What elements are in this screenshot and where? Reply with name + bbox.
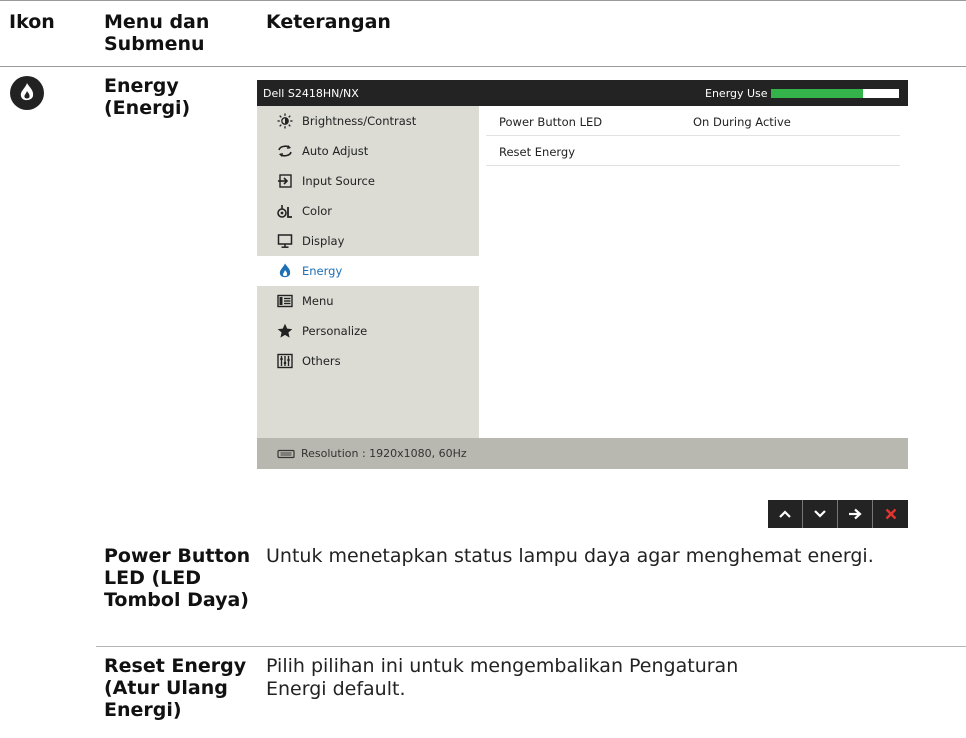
- top-rule: [0, 0, 966, 1]
- chevron-up-icon[interactable]: [768, 500, 803, 528]
- input-arrow-icon: [277, 173, 293, 189]
- setting-label: Power Button LED: [499, 115, 603, 129]
- monitor-icon: [277, 233, 293, 249]
- menu-icon: [277, 293, 293, 309]
- osd-item-others[interactable]: Others: [257, 346, 479, 376]
- osd-item-auto-adjust[interactable]: Auto Adjust: [257, 136, 479, 166]
- energy-use-fill: [771, 89, 864, 98]
- osd-settings-panel: Power Button LED On During Active Reset …: [479, 106, 908, 438]
- osd-menu: Dell S2418HN/NX Energy Use Brightness/Co…: [257, 80, 908, 469]
- energy-icon: [277, 263, 293, 279]
- color-icon: [277, 203, 293, 219]
- reset-energy-desc: Pilih pilihan ini untuk mengembalikan Pe…: [266, 655, 739, 700]
- osd-item-display[interactable]: Display: [257, 226, 479, 256]
- osd-nav-buttons: [768, 500, 908, 528]
- osd-setting-power-button-led[interactable]: Power Button LED On During Active: [486, 106, 900, 136]
- chevron-down-icon[interactable]: [803, 500, 838, 528]
- osd-title: Dell S2418HN/NX: [263, 87, 359, 100]
- energy-use-meter: [771, 89, 899, 98]
- osd-menu-list: Brightness/Contrast Auto Adjust Input So…: [257, 106, 479, 438]
- osd-status-bar: Resolution : 1920x1080, 60Hz: [257, 438, 908, 469]
- osd-item-label: Color: [302, 204, 333, 218]
- header-icon-col: Ikon: [9, 11, 55, 33]
- energy-use-label: Energy Use: [705, 87, 768, 100]
- reset-energy-name: Reset Energy (Atur Ulang Energi): [104, 655, 247, 721]
- osd-item-label: Personalize: [302, 324, 368, 338]
- osd-item-label: Menu: [302, 294, 334, 308]
- header-menu-col: Menu dan Submenu: [104, 11, 210, 55]
- osd-item-color[interactable]: Color: [257, 196, 479, 226]
- energy-icon: [10, 76, 44, 110]
- power-button-led-name: Power Button LED (LED Tombol Daya): [104, 545, 251, 611]
- flame-icon: [20, 83, 34, 101]
- resolution-text: Resolution : 1920x1080, 60Hz: [301, 447, 467, 460]
- osd-item-personalize[interactable]: Personalize: [257, 316, 479, 346]
- others-icon: [277, 353, 293, 369]
- osd-setting-reset-energy[interactable]: Reset Energy: [486, 136, 900, 166]
- setting-value: On During Active: [693, 115, 791, 129]
- osd-title-bar: Dell S2418HN/NX Energy Use: [257, 80, 908, 106]
- osd-item-menu[interactable]: Menu: [257, 286, 479, 316]
- osd-item-energy[interactable]: Energy: [257, 256, 479, 286]
- header-rule: [0, 66, 966, 67]
- osd-item-label: Display: [302, 234, 345, 248]
- arrows-cycle-icon: [277, 143, 293, 159]
- header-desc-col: Keterangan: [266, 11, 391, 33]
- osd-item-label: Brightness/Contrast: [302, 114, 417, 128]
- osd-item-label: Input Source: [302, 174, 375, 188]
- close-icon[interactable]: [873, 500, 908, 528]
- osd-item-label: Auto Adjust: [302, 144, 369, 158]
- power-button-led-desc: Untuk menetapkan status lampu daya agar …: [266, 545, 874, 567]
- setting-label: Reset Energy: [499, 145, 576, 159]
- osd-item-brightness-contrast[interactable]: Brightness/Contrast: [257, 106, 479, 136]
- row-divider: [96, 646, 966, 647]
- arrow-right-icon[interactable]: [838, 500, 873, 528]
- sun-icon: [277, 113, 293, 129]
- osd-item-label: Energy: [302, 264, 343, 278]
- osd-item-label: Others: [302, 354, 341, 368]
- energy-section-name: Energy (Energi): [104, 75, 191, 119]
- osd-item-input-source[interactable]: Input Source: [257, 166, 479, 196]
- resolution-icon: [277, 449, 295, 459]
- star-icon: [277, 323, 293, 339]
